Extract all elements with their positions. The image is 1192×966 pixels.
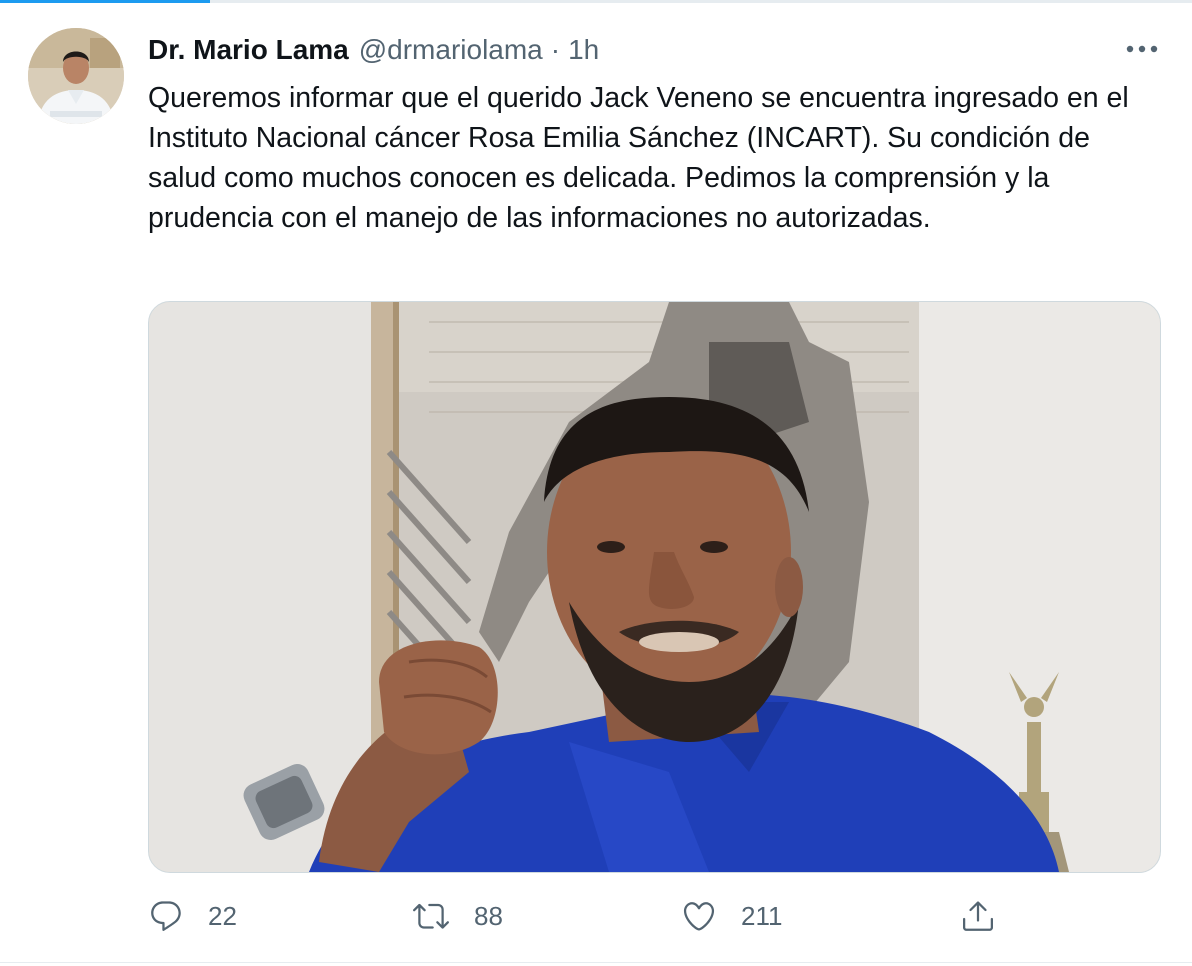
author-handle[interactable]: @drmariolama	[359, 34, 543, 66]
tweet-photo[interactable]	[148, 301, 1161, 873]
tweet-header: Dr. Mario Lama @drmariolama · 1h	[148, 30, 599, 70]
reply-count: 22	[208, 900, 237, 931]
tweet-text: Queremos informar que el querido Jack Ve…	[148, 82, 1129, 234]
reply-button[interactable]: 22	[148, 894, 237, 938]
share-button[interactable]	[960, 894, 996, 938]
author-avatar[interactable]	[28, 28, 124, 124]
retweet-count: 88	[474, 900, 503, 931]
retweet-icon	[412, 898, 450, 934]
share-icon	[960, 898, 996, 934]
tweet-timestamp[interactable]: 1h	[568, 34, 599, 66]
like-button[interactable]: 211	[681, 894, 782, 938]
bottom-divider	[0, 962, 1192, 963]
loading-progress-bar	[0, 0, 210, 3]
tweet-actions-bar: 22 88 211	[148, 894, 1048, 938]
reply-icon	[148, 898, 184, 934]
retweet-button[interactable]: 88	[412, 894, 503, 938]
header-separator: ·	[550, 34, 561, 65]
heart-icon	[681, 898, 717, 934]
like-count: 211	[741, 900, 783, 931]
author-name[interactable]: Dr. Mario Lama	[148, 34, 349, 66]
more-horizontal-icon[interactable]	[1120, 34, 1164, 64]
top-divider	[0, 0, 1192, 3]
